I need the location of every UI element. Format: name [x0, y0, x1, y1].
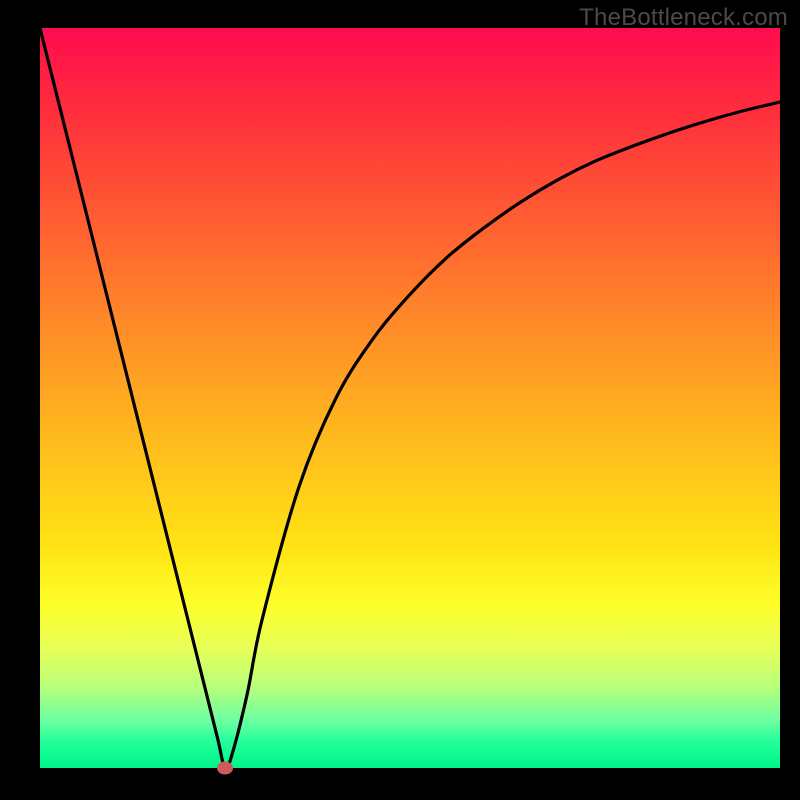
bottleneck-curve: [40, 28, 780, 768]
chart-frame: TheBottleneck.com: [0, 0, 800, 800]
plot-area: [40, 28, 780, 768]
optimum-marker: [217, 762, 233, 775]
curve-path: [40, 28, 780, 768]
